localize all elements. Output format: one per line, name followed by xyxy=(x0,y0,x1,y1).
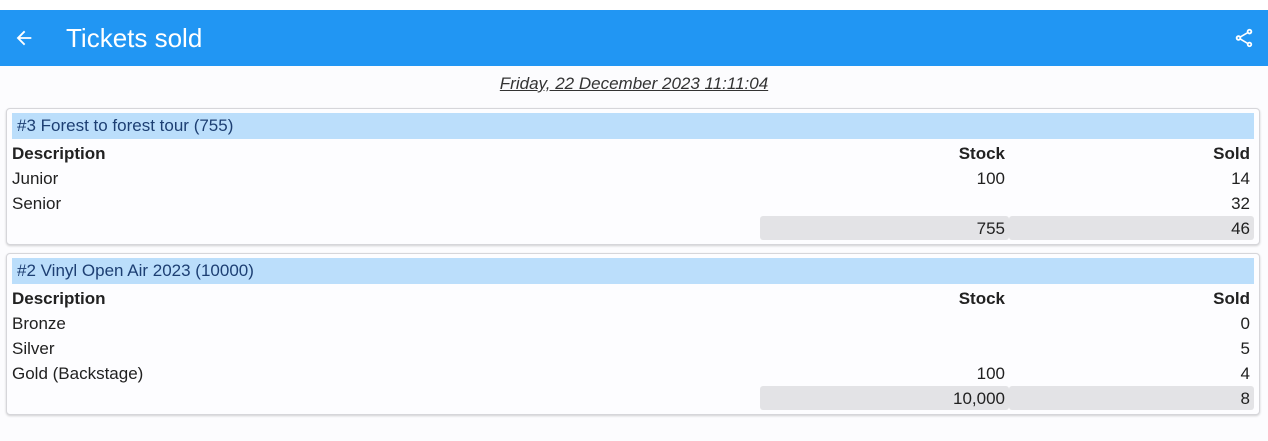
back-button[interactable] xyxy=(8,22,40,54)
table-row: Senior 32 xyxy=(7,191,1259,216)
row-sold: 32 xyxy=(1231,194,1250,213)
event-title: #3 Forest to forest tour (755) xyxy=(12,113,1254,139)
table-header-row: Description Stock Sold xyxy=(7,141,1259,166)
row-stock: 100 xyxy=(976,364,1005,383)
event-card: #2 Vinyl Open Air 2023 (10000) Descripti… xyxy=(6,253,1260,415)
share-button[interactable] xyxy=(1228,22,1260,54)
row-sold: 14 xyxy=(1231,169,1250,188)
table-row: Bronze 0 xyxy=(7,311,1259,336)
total-stock: 10,000 xyxy=(760,386,1009,410)
event-title: #2 Vinyl Open Air 2023 (10000) xyxy=(12,258,1254,284)
column-stock: Stock xyxy=(958,289,1005,308)
report-content: Friday, 22 December 2023 11:11:04 #3 For… xyxy=(0,66,1268,441)
total-sold: 8 xyxy=(1009,386,1254,410)
row-sold: 0 xyxy=(1240,314,1250,333)
column-description: Description xyxy=(12,144,106,163)
row-description: Bronze xyxy=(12,314,66,333)
table-header-row: Description Stock Sold xyxy=(7,286,1259,311)
row-sold: 5 xyxy=(1240,339,1250,358)
column-stock: Stock xyxy=(958,144,1005,163)
row-description: Silver xyxy=(12,339,55,358)
table-row: Gold (Backstage) 100 4 xyxy=(7,361,1259,386)
share-icon xyxy=(1235,28,1253,48)
column-sold: Sold xyxy=(1213,289,1250,308)
total-stock: 755 xyxy=(760,216,1009,240)
table-row: Junior 100 14 xyxy=(7,166,1259,191)
column-sold: Sold xyxy=(1213,144,1250,163)
page-title: Tickets sold xyxy=(66,23,203,53)
row-stock xyxy=(760,191,1009,216)
total-row: 10,000 8 xyxy=(7,386,1259,411)
status-strip xyxy=(0,0,1268,10)
row-description: Senior xyxy=(12,194,62,213)
arrow-back-icon xyxy=(16,30,32,46)
event-card: #3 Forest to forest tour (755) Descripti… xyxy=(6,108,1260,245)
total-sold: 46 xyxy=(1009,216,1254,240)
app-bar: Tickets sold xyxy=(0,10,1268,66)
total-row: 755 46 xyxy=(7,216,1259,241)
row-stock xyxy=(760,311,1009,336)
column-description: Description xyxy=(12,289,106,308)
row-description: Junior xyxy=(12,169,59,188)
row-stock: 100 xyxy=(976,169,1005,188)
row-description: Gold (Backstage) xyxy=(12,364,144,383)
report-date: Friday, 22 December 2023 11:11:04 xyxy=(499,74,769,93)
row-stock xyxy=(760,336,1009,361)
row-sold: 4 xyxy=(1240,364,1250,383)
table-row: Silver 5 xyxy=(7,336,1259,361)
